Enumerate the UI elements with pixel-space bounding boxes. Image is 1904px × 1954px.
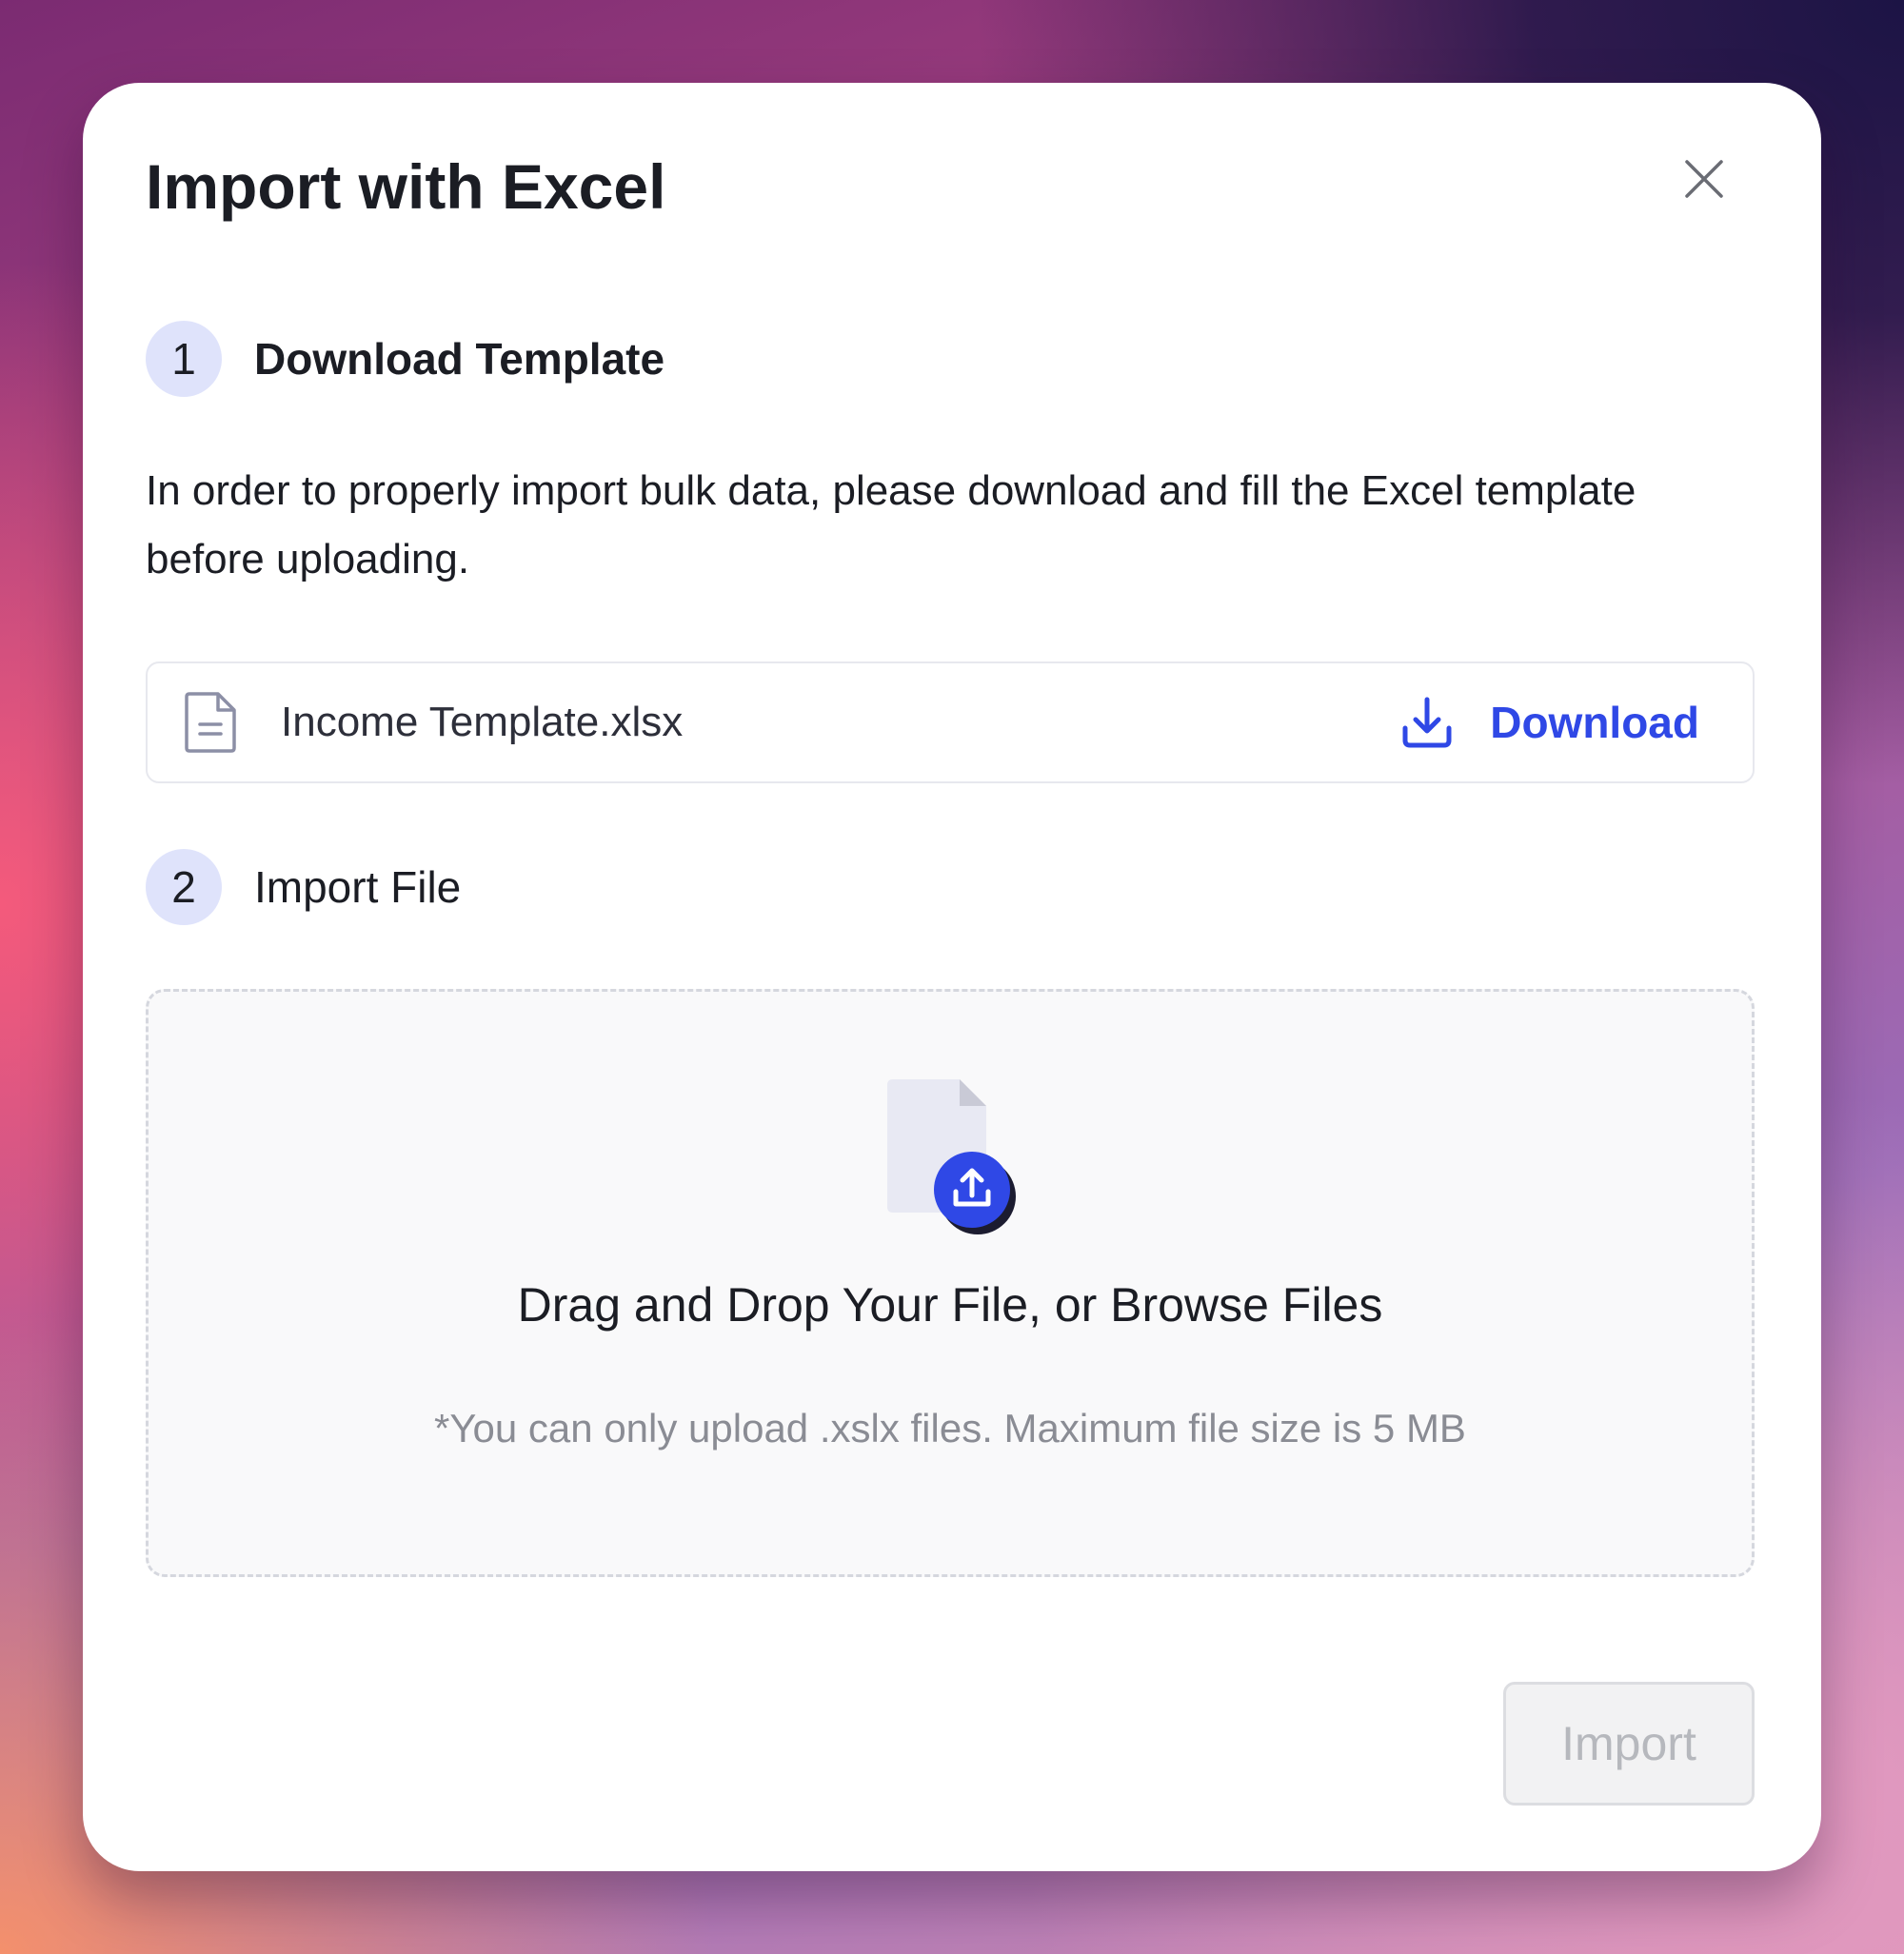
step-number-badge: 2: [146, 849, 222, 925]
download-label: Download: [1490, 698, 1699, 747]
close-button[interactable]: [1673, 148, 1735, 210]
download-instructions: In order to properly import bulk data, p…: [146, 467, 1636, 582]
step-title: Import File: [254, 862, 462, 912]
download-button[interactable]: Download: [1398, 694, 1699, 751]
step-title: Download Template: [254, 334, 665, 384]
template-file-row: Income Template.xlsx Download: [146, 661, 1755, 783]
step-download-template: 1 Download Template: [146, 321, 664, 397]
dropzone-file-requirements: *You can only upload .xslx files. Maximu…: [434, 1406, 1466, 1451]
step-number-badge: 1: [146, 321, 222, 397]
file-upload-icon: [887, 1079, 1016, 1234]
step-import-file: 2 Import File: [146, 849, 461, 925]
file-document-icon: [184, 691, 237, 754]
dropzone-title: Drag and Drop Your File, or Browse Files: [517, 1278, 1383, 1332]
download-icon: [1398, 694, 1456, 751]
close-icon: [1685, 160, 1723, 198]
dialog-title: Import with Excel: [146, 151, 666, 222]
file-dropzone[interactable]: Drag and Drop Your File, or Browse Files…: [146, 989, 1755, 1577]
import-dialog: Import with Excel 1 Download Template In…: [83, 83, 1821, 1871]
import-button[interactable]: Import: [1503, 1682, 1755, 1806]
template-file-name: Income Template.xlsx: [281, 699, 684, 745]
